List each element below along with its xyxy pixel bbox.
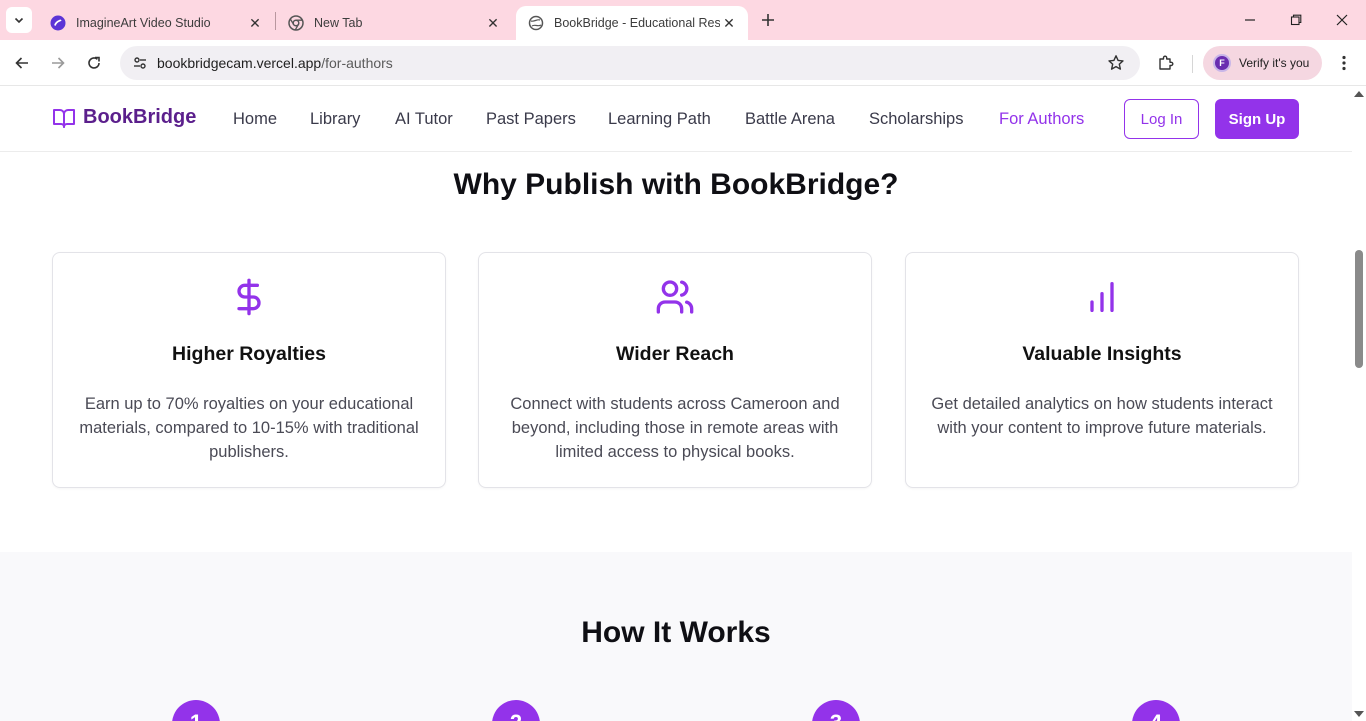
close-icon[interactable]: ✕: [484, 14, 502, 32]
section-title: How It Works: [581, 616, 771, 649]
tab-search-button[interactable]: [6, 7, 32, 33]
chevron-down-icon: [14, 17, 24, 24]
step-number: 2: [492, 700, 540, 721]
scroll-up-arrow-icon[interactable]: [1354, 91, 1364, 97]
close-icon: [1336, 14, 1348, 26]
nav-learning-path[interactable]: Learning Path: [608, 110, 711, 129]
restore-icon: [1290, 14, 1302, 26]
tab-title: ImagineArt Video Studio: [76, 16, 211, 30]
minimize-button[interactable]: [1228, 6, 1272, 34]
bookmark-star-icon[interactable]: [1106, 53, 1126, 73]
brand-name: BookBridge: [83, 106, 197, 128]
nav-for-authors[interactable]: For Authors: [999, 110, 1084, 129]
browser-menu-button[interactable]: [1332, 51, 1356, 75]
minimize-icon: [1245, 19, 1255, 21]
users-icon: [479, 277, 871, 317]
plus-icon: [762, 14, 774, 26]
card-title: Wider Reach: [616, 343, 734, 365]
extensions-button[interactable]: [1154, 51, 1178, 75]
nav-battle-arena[interactable]: Battle Arena: [745, 110, 835, 129]
url-text: bookbridgecam.vercel.app/for-authors: [157, 55, 393, 71]
tab-bookbridge[interactable]: BookBridge - Educational Resou ✕: [516, 6, 748, 40]
url-path: /for-authors: [321, 55, 393, 71]
toolbar-separator: [1192, 55, 1193, 73]
card-description: Connect with students across Cameroon an…: [510, 395, 840, 461]
bar-chart-icon: [906, 277, 1298, 317]
step-number: 1: [172, 700, 220, 721]
close-icon[interactable]: ✕: [246, 14, 264, 32]
why-publish-section: Why Publish with BookBridge? Higher Roya…: [0, 152, 1352, 552]
card-description: Earn up to 70% royalties on your educati…: [79, 395, 419, 461]
page-scrollbar[interactable]: [1352, 87, 1366, 721]
nav-past-papers[interactable]: Past Papers: [486, 110, 576, 129]
tab-title: New Tab: [314, 16, 363, 30]
login-button[interactable]: Log In: [1124, 99, 1199, 139]
card-description: Get detailed analytics on how students i…: [931, 395, 1273, 437]
step-number: 3: [812, 700, 860, 721]
benefit-card-insights: Valuable Insights Get detailed analytics…: [905, 252, 1299, 488]
section-title: Why Publish with BookBridge?: [453, 168, 899, 201]
profile-label: Verify it's you: [1239, 56, 1310, 70]
tab-title: BookBridge - Educational Resou: [554, 16, 720, 30]
nav-ai-tutor[interactable]: AI Tutor: [395, 110, 453, 129]
avatar: F: [1213, 54, 1231, 72]
card-title: Valuable Insights: [1022, 343, 1182, 365]
back-button[interactable]: [8, 49, 36, 77]
more-vertical-icon: [1342, 55, 1346, 71]
forward-button[interactable]: [44, 49, 72, 77]
tab-imagineart[interactable]: ImagineArt Video Studio ✕: [38, 6, 274, 40]
reload-button[interactable]: [80, 49, 108, 77]
close-window-button[interactable]: [1320, 6, 1364, 34]
scroll-down-arrow-icon[interactable]: [1354, 711, 1364, 717]
puzzle-icon: [1159, 55, 1174, 70]
reload-icon: [88, 56, 100, 69]
nav-library[interactable]: Library: [310, 110, 360, 129]
signup-button[interactable]: Sign Up: [1215, 99, 1299, 139]
chrome-icon: [288, 15, 304, 31]
card-title: Higher Royalties: [172, 343, 326, 365]
arrow-left-icon: [15, 57, 28, 69]
browser-toolbar: bookbridgecam.vercel.app/for-authors F V…: [0, 40, 1366, 86]
brand-logo[interactable]: BookBridge: [52, 106, 196, 129]
scrollbar-thumb[interactable]: [1355, 250, 1363, 368]
page-viewport: BookBridge Home Library AI Tutor Past Pa…: [0, 87, 1352, 721]
step-number: 4: [1132, 700, 1180, 721]
nav-home[interactable]: Home: [233, 110, 277, 129]
browser-tab-bar: ImagineArt Video Studio ✕ New Tab ✕ Book…: [0, 0, 1366, 40]
how-it-works-section: How It Works 1 2 3 4: [0, 552, 1352, 721]
new-tab-button[interactable]: [756, 8, 780, 32]
site-header: BookBridge Home Library AI Tutor Past Pa…: [0, 87, 1352, 152]
tab-new-tab[interactable]: New Tab ✕: [276, 6, 512, 40]
arrow-right-icon: [52, 57, 65, 69]
restore-button[interactable]: [1274, 6, 1318, 34]
address-bar[interactable]: bookbridgecam.vercel.app/for-authors: [120, 46, 1140, 80]
imagineart-icon: [50, 15, 66, 31]
dollar-icon: [53, 277, 445, 317]
benefit-card-reach: Wider Reach Connect with students across…: [478, 252, 872, 488]
nav-scholarships[interactable]: Scholarships: [869, 110, 963, 129]
url-host: bookbridgecam.vercel.app: [157, 55, 322, 71]
book-open-icon: [53, 108, 75, 128]
globe-icon: [528, 15, 544, 31]
profile-button[interactable]: F Verify it's you: [1203, 46, 1322, 80]
benefit-card-royalties: Higher Royalties Earn up to 70% royaltie…: [52, 252, 446, 488]
close-icon[interactable]: ✕: [720, 14, 738, 32]
site-info-icon[interactable]: [128, 51, 152, 75]
